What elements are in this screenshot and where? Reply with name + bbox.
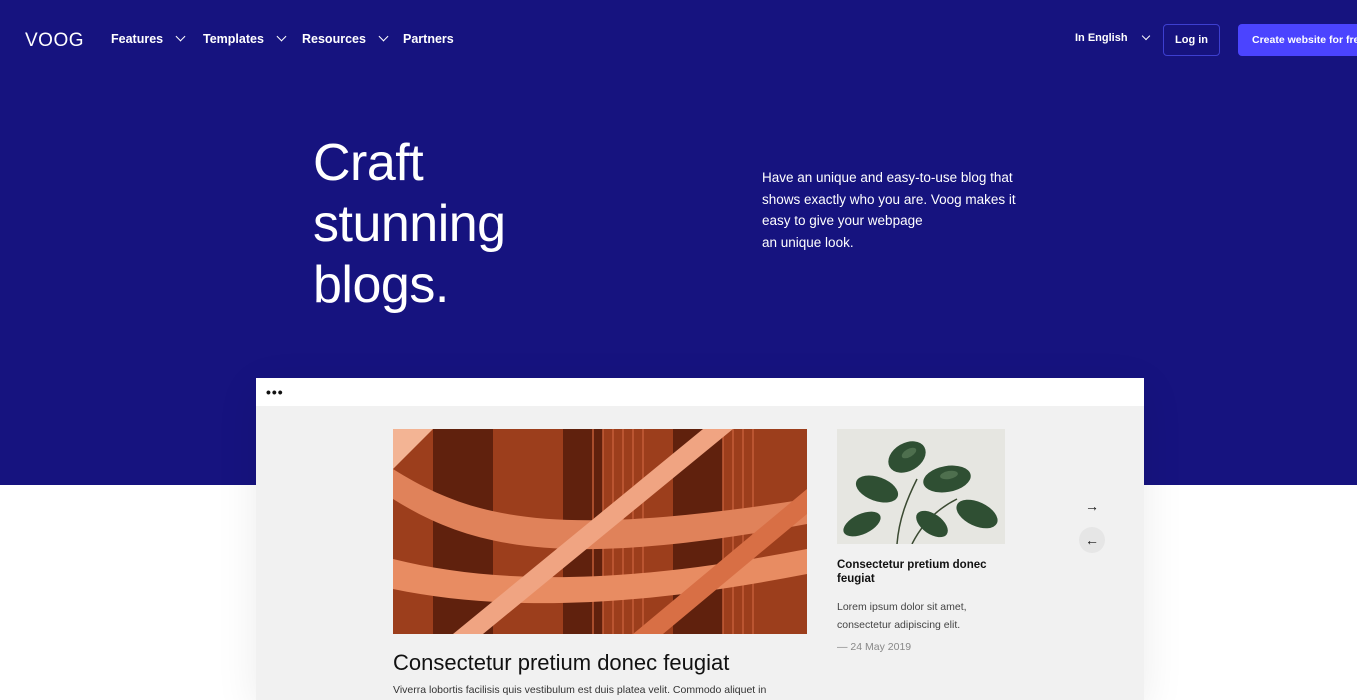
create-website-button[interactable]: Create website for free <box>1238 24 1357 56</box>
hero-title: Craft stunning blogs. <box>313 133 613 316</box>
chevron-down-icon <box>1141 31 1150 41</box>
prev-arrow-button[interactable]: ← <box>1079 527 1105 553</box>
chevron-down-icon <box>378 31 389 42</box>
side-post-date: — 24 May 2019 <box>837 641 912 653</box>
nav-templates[interactable]: Templates <box>203 31 287 46</box>
hero-title-line: Craft <box>313 134 424 192</box>
arrow-left-icon: ← <box>1085 532 1099 548</box>
main-post-title[interactable]: Consectetur pretium donec feugiat <box>393 650 729 676</box>
nav-features[interactable]: Features <box>111 31 186 46</box>
side-post-title[interactable]: Consectetur pretium donec feugiat <box>837 558 997 586</box>
voog-logo[interactable]: VOOG <box>25 30 84 52</box>
blog-preview-mockup: ••• Consectetur pretium donec feugiat Vi… <box>256 378 1144 700</box>
chevron-down-icon <box>276 31 287 42</box>
hero-description-line: shows exactly who you are. Voog makes it <box>762 191 1016 207</box>
hero-title-line: stunning <box>313 195 506 253</box>
nav-templates-label: Templates <box>203 32 264 46</box>
hero-description: Have an unique and easy-to-use blog that… <box>762 167 1052 253</box>
nav-resources-label: Resources <box>302 32 366 46</box>
nav-partners-label: Partners <box>403 32 454 46</box>
hero-description-line: easy to give your webpage <box>762 213 923 228</box>
nav-features-label: Features <box>111 32 164 46</box>
hero-description-line: an unique look. <box>762 234 854 250</box>
main-post-image[interactable] <box>393 429 807 634</box>
side-post-excerpt: Lorem ipsum dolor sit amet, consectetur … <box>837 601 967 631</box>
menu-dots-icon: ••• <box>266 384 284 400</box>
next-arrow-button[interactable]: → <box>1079 493 1105 519</box>
hero-title-line: blogs. <box>313 256 449 314</box>
main-post-excerpt: Viverra lobortis facilisis quis vestibul… <box>393 684 767 696</box>
login-button[interactable]: Log in <box>1163 24 1220 56</box>
side-post-image[interactable] <box>837 429 1005 544</box>
nav-resources[interactable]: Resources <box>302 31 389 46</box>
chevron-down-icon <box>175 31 186 42</box>
mockup-browser-bar: ••• <box>256 378 1144 406</box>
language-label: In English <box>1075 32 1128 44</box>
hero-description-line: Have an unique and easy-to-use blog that <box>762 170 1013 185</box>
nav-partners[interactable]: Partners <box>403 32 454 46</box>
arrow-right-icon: → <box>1085 498 1099 514</box>
language-selector[interactable]: In English <box>1075 31 1150 44</box>
